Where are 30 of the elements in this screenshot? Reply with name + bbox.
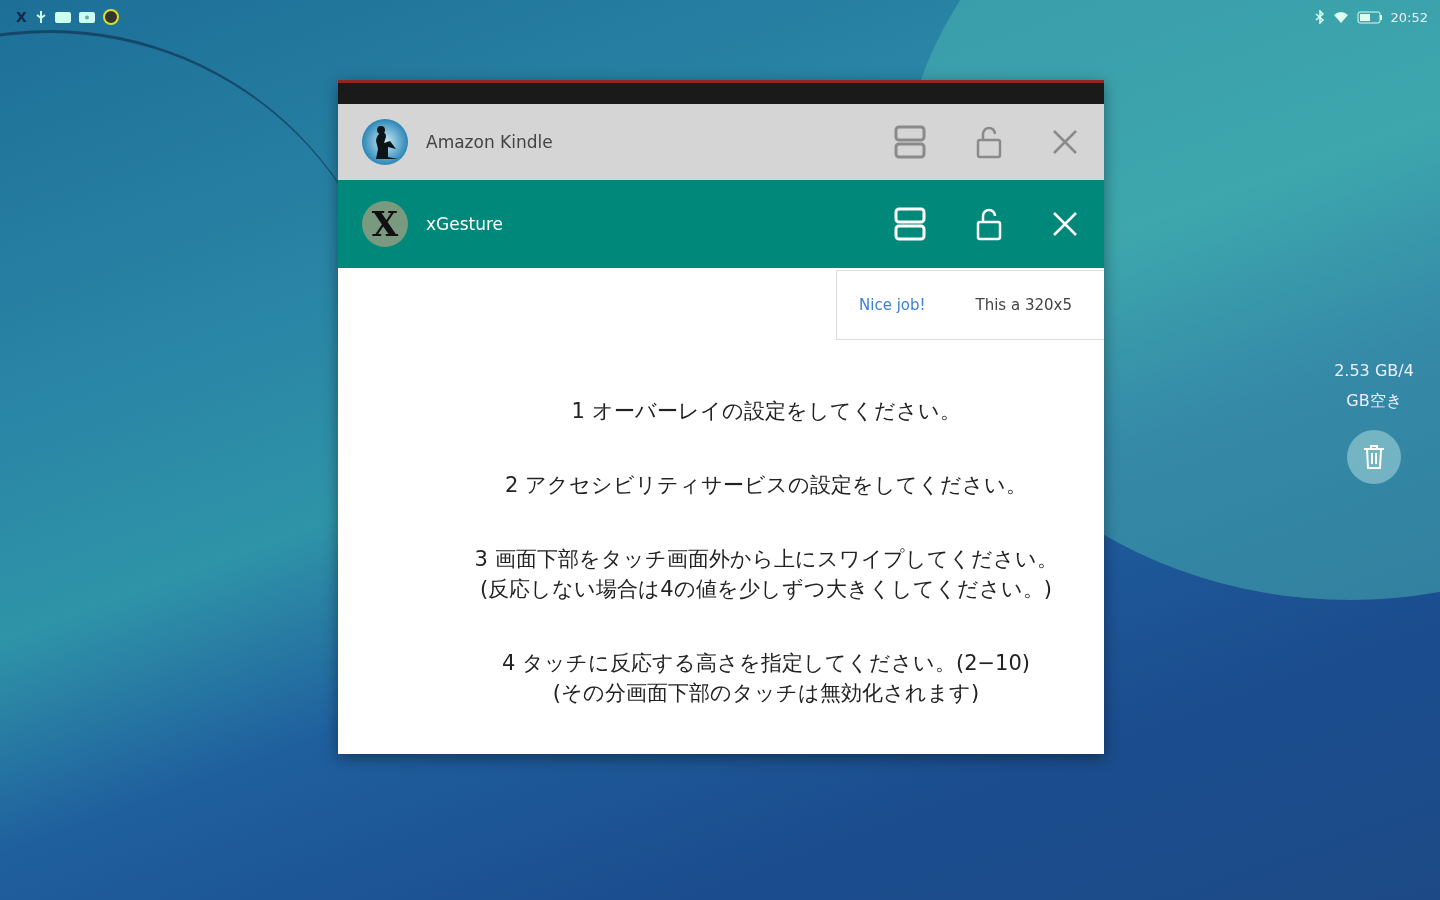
memory-free-text: 2.53 GB/4 GB空き [1334, 360, 1414, 412]
instruction-text: 4 タッチに反応する高さを指定してください。(2−10) (その分画面下部のタッチは無効化されます) [501, 650, 1031, 707]
trash-icon [1363, 444, 1385, 470]
instruction-text: 1 オーバーレイの設定をしてください。 [571, 398, 961, 425]
split-window-button[interactable] [894, 207, 926, 241]
notification-app-icon: X [16, 9, 27, 25]
reader-avatar-icon [362, 119, 408, 165]
app-notification-icon [102, 9, 119, 25]
ad-text: This a 320x5 [975, 296, 1072, 314]
app-logo-icon: X [362, 201, 408, 247]
unlock-button[interactable] [976, 125, 1002, 159]
window-title: xGesture [426, 214, 505, 234]
split-window-button[interactable] [894, 125, 926, 159]
instruction-text: 2 アクセシビリティサービスの設定をしてください。 [504, 472, 1027, 499]
unlock-button[interactable] [976, 207, 1002, 241]
clock-time: 20:52 [1390, 9, 1428, 25]
battery-icon [1356, 10, 1383, 24]
close-button[interactable] [1052, 129, 1078, 155]
clear-all-button[interactable] [1347, 430, 1401, 484]
message-icon [54, 11, 71, 23]
window-header[interactable]: Amazon Kindle [338, 104, 1104, 180]
window-header[interactable]: X xGesture [338, 180, 1104, 268]
usb-icon [34, 10, 47, 24]
ad-link[interactable]: Nice job! [859, 296, 926, 314]
ad-banner[interactable]: Nice job! This a 320x5 [836, 270, 1104, 340]
wifi-icon [1332, 10, 1349, 24]
bluetooth-icon [1314, 10, 1325, 24]
instruction-text: 3 画面下部をタッチ画面外から上にスワイプしてください。 (反応しない場合は4の値を少しずつ大きくしてください。) [474, 546, 1058, 603]
window-title: Amazon Kindle [426, 132, 554, 152]
video-icon [78, 11, 95, 23]
